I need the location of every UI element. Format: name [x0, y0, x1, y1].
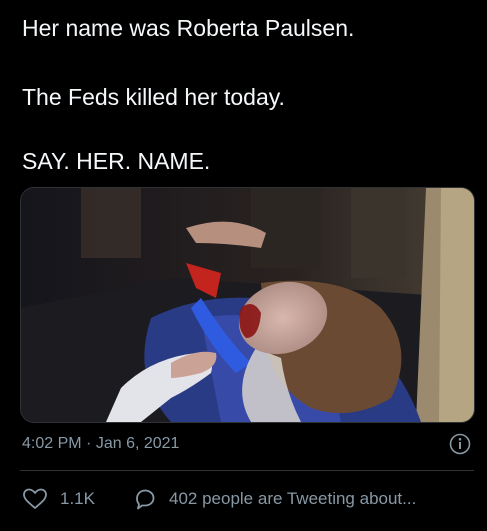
- timestamp-date: Jan 6, 2021: [95, 435, 180, 452]
- timestamp-time: 4:02 PM: [22, 435, 82, 452]
- tweet-text-line: SAY. HER. NAME.: [22, 148, 211, 174]
- speech-bubble-icon: [136, 489, 155, 510]
- timestamp-separator: ·: [86, 435, 92, 452]
- tweet: Her name was Roberta Paulsen. The Feds k…: [0, 0, 487, 531]
- like-count: 1.1K: [60, 489, 95, 508]
- divider: [20, 470, 474, 471]
- conversation-label: 402 people are Tweeting about...: [169, 489, 417, 508]
- tweet-text-line: The Feds killed her today.: [22, 84, 285, 110]
- tweet-media-photo[interactable]: [20, 187, 475, 423]
- tweet-timestamp[interactable]: 4:02 PM · Jan 6, 2021: [22, 432, 179, 456]
- conversation-button[interactable]: 402 people are Tweeting about...: [133, 484, 416, 514]
- info-icon[interactable]: [449, 433, 471, 455]
- tweet-text-line: Her name was Roberta Paulsen.: [22, 15, 355, 41]
- photo-image: [21, 188, 474, 422]
- tweet-actions: 1.1K 402 people are Tweeting about...: [0, 484, 487, 514]
- like-button[interactable]: 1.1K: [22, 484, 95, 514]
- heart-icon: [23, 488, 47, 509]
